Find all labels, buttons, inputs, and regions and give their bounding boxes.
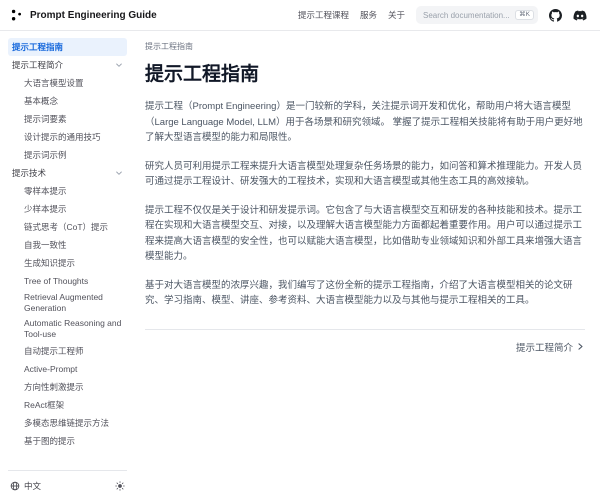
sidebar-item-guide[interactable]: 提示工程指南 [8,38,127,56]
search-shortcut-kbd: ⌘K [515,10,534,21]
sidebar-item-label: 提示工程简介 [12,60,63,71]
sidebar-item-label: 方向性刺激提示 [24,382,84,393]
nav-link-services[interactable]: 服务 [360,9,377,21]
sidebar-item-rag[interactable]: Retrieval Augmented Generation [8,290,127,316]
search-input[interactable]: Search documentation... ⌘K [416,6,538,24]
sidebar-item-label: 基本概念 [24,96,58,107]
sidebar-item-zero-shot[interactable]: 零样本提示 [8,182,127,200]
theme-toggle[interactable] [115,481,125,491]
sidebar-item-label: 自我一致性 [24,240,67,251]
next-page-link[interactable]: 提示工程简介 [516,340,585,354]
sidebar-item-label: 提示词示例 [24,150,67,161]
sidebar-item-label: 大语言模型设置 [24,78,84,89]
main-content: 提示工程指南 提示工程指南 提示工程（Prompt Engineering）是一… [135,31,600,500]
github-icon[interactable] [549,9,562,22]
sidebar-item-multimodal-cot[interactable]: 多模态思维链提示方法 [8,414,127,432]
sidebar-item-general-tips[interactable]: 设计提示的通用技巧 [8,128,127,146]
paragraph: 提示工程（Prompt Engineering）是一门较新的学科，关注提示词开发… [145,99,585,146]
sidebar: 提示工程指南 提示工程简介 大语言模型设置 基本概念 提示词要素 设计提示的通用… [0,31,135,500]
sidebar-item-art[interactable]: Automatic Reasoning and Tool-use [8,316,127,342]
language-label: 中文 [24,480,41,492]
paragraph: 基于对大语言模型的浓厚兴趣，我们编写了这份全新的提示工程指南，介绍了大语言模型相… [145,278,585,309]
sidebar-item-label: 多模态思维链提示方法 [24,418,109,429]
logo-icon [11,9,24,22]
sidebar-item-label: Active-Prompt [24,364,77,375]
pagination: 提示工程简介 [145,329,585,354]
sidebar-item-label: 提示工程指南 [12,42,63,53]
sidebar-item-react[interactable]: ReAct框架 [8,396,127,414]
chevron-down-icon [115,169,123,177]
sidebar-section-techniques[interactable]: 提示技术 [8,164,127,182]
sidebar-item-label: 自动提示工程师 [24,346,84,357]
sidebar-section-introduction[interactable]: 提示工程简介 [8,56,127,74]
breadcrumb: 提示工程指南 [145,41,585,52]
sidebar-item-label: Automatic Reasoning and Tool-use [24,318,123,340]
sidebar-item-active-prompt[interactable]: Active-Prompt [8,360,127,378]
header-right: 提示工程课程 服务 关于 Search documentation... ⌘K [298,6,587,24]
sidebar-item-label: 设计提示的通用技巧 [24,132,101,143]
discord-icon[interactable] [573,9,587,22]
chevron-right-icon [576,342,585,351]
sidebar-item-label: 链式思考（CoT）提示 [24,222,108,233]
sidebar-item-label: 提示词要素 [24,114,67,125]
sidebar-item-prompt-elements[interactable]: 提示词要素 [8,110,127,128]
paragraph: 研究人员可利用提示工程来提升大语言模型处理复杂任务场景的能力，如问答和算术推理能… [145,159,585,190]
sidebar-footer: 中文 [8,470,127,500]
chevron-down-icon [115,61,123,69]
globe-icon [10,481,20,491]
next-page-label: 提示工程简介 [516,340,573,354]
sidebar-item-label: 生成知识提示 [24,258,75,269]
sidebar-item-cot[interactable]: 链式思考（CoT）提示 [8,218,127,236]
sidebar-item-label: 少样本提示 [24,204,67,215]
brand-title: Prompt Engineering Guide [30,10,157,21]
page-title: 提示工程指南 [145,59,585,86]
brand-link[interactable]: Prompt Engineering Guide [11,9,157,22]
sidebar-item-directional-stimulus[interactable]: 方向性刺激提示 [8,378,127,396]
sidebar-item-few-shot[interactable]: 少样本提示 [8,200,127,218]
nav-link-course[interactable]: 提示工程课程 [298,9,349,21]
sun-icon [115,481,125,491]
sidebar-item-label: ReAct框架 [24,400,64,411]
top-header: Prompt Engineering Guide 提示工程课程 服务 关于 Se… [0,0,600,31]
sidebar-item-label: 提示技术 [12,168,46,179]
sidebar-item-label: 零样本提示 [24,186,67,197]
sidebar-item-tree-of-thoughts[interactable]: Tree of Thoughts [8,272,127,290]
sidebar-item-self-consistency[interactable]: 自我一致性 [8,236,127,254]
sidebar-item-label: 基于图的提示 [24,436,75,447]
sidebar-item-label: Retrieval Augmented Generation [24,292,123,314]
sidebar-item-graph-prompting[interactable]: 基于图的提示 [8,432,127,450]
search-placeholder: Search documentation... [423,11,509,20]
sidebar-item-basics[interactable]: 基本概念 [8,92,127,110]
sidebar-item-ape[interactable]: 自动提示工程师 [8,342,127,360]
nav-link-about[interactable]: 关于 [388,9,405,21]
paragraph: 提示工程不仅仅是关于设计和研发提示词。它包含了与大语言模型交互和研发的各种技能和… [145,203,585,265]
sidebar-nav: 提示工程指南 提示工程简介 大语言模型设置 基本概念 提示词要素 设计提示的通用… [8,38,127,470]
sidebar-item-prompt-examples[interactable]: 提示词示例 [8,146,127,164]
sidebar-item-llm-settings[interactable]: 大语言模型设置 [8,74,127,92]
page-layout: 提示工程指南 提示工程简介 大语言模型设置 基本概念 提示词要素 设计提示的通用… [0,31,600,500]
sidebar-item-label: Tree of Thoughts [24,276,88,287]
sidebar-item-generated-knowledge[interactable]: 生成知识提示 [8,254,127,272]
language-switcher[interactable]: 中文 [10,480,41,492]
